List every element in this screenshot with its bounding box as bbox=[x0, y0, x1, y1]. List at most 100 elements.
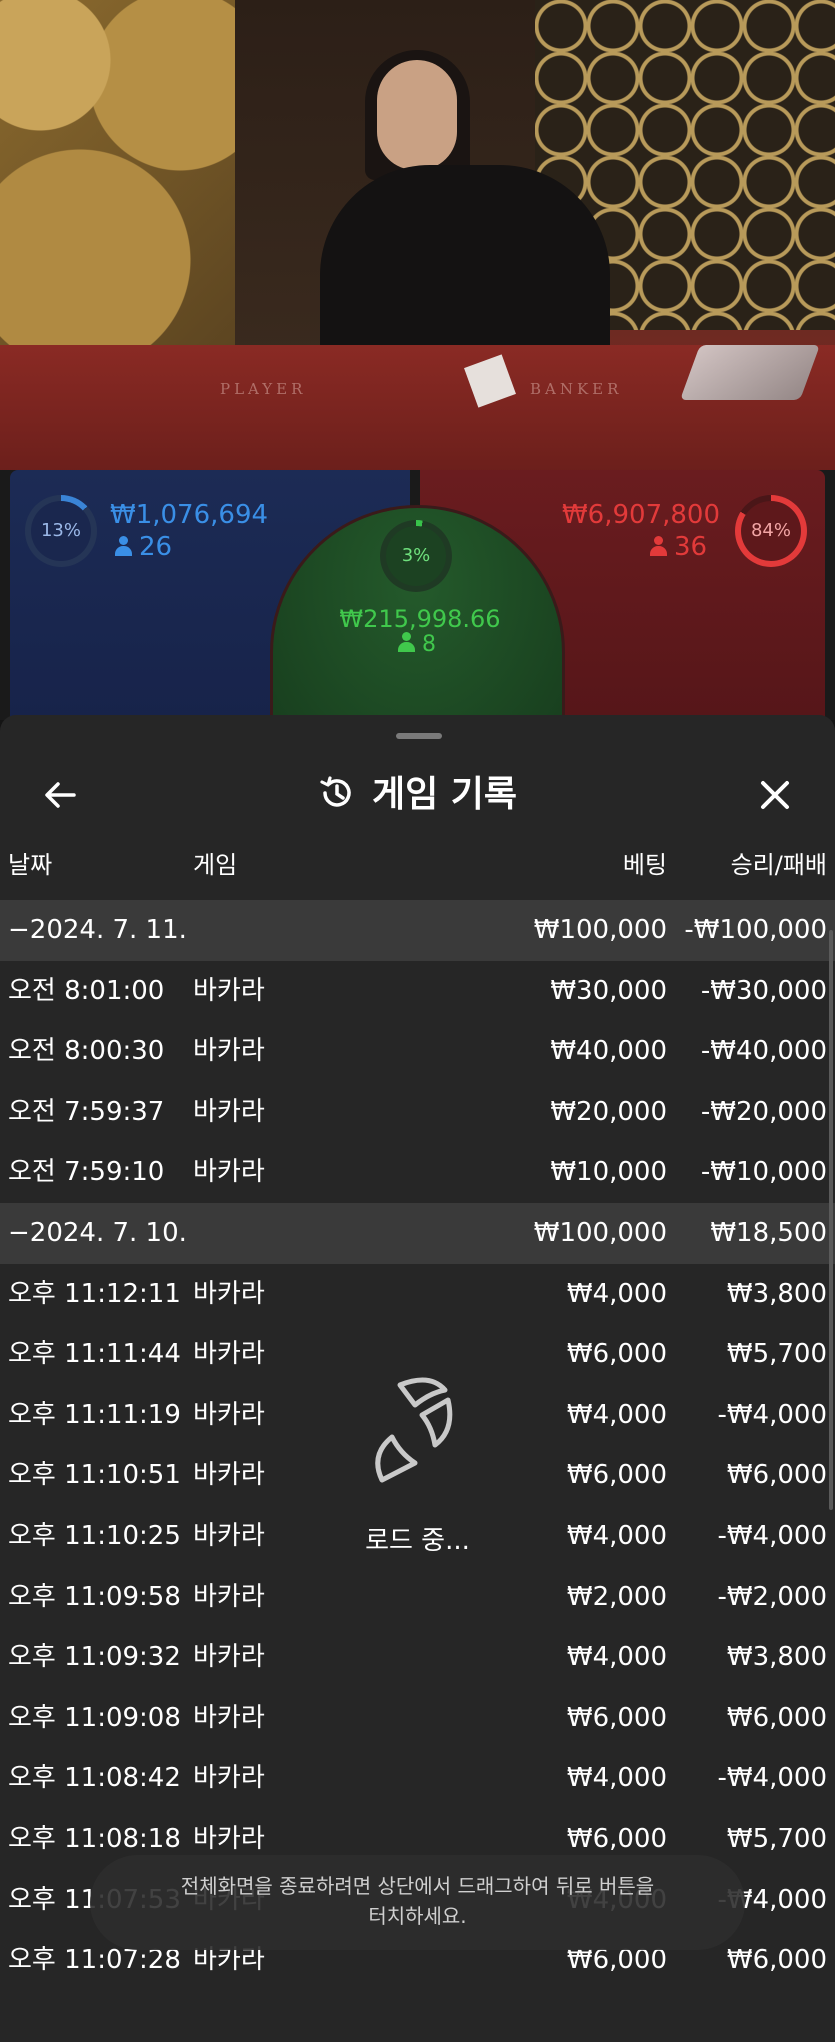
row-result: ₩18,500 bbox=[710, 1217, 827, 1248]
row-result: ₩6,000 bbox=[726, 1460, 827, 1491]
history-row[interactable]: 오후 11:09:08 바카라 ₩6,000 ₩6,000 bbox=[0, 1688, 835, 1749]
row-result: -₩10,000 bbox=[700, 1157, 827, 1188]
row-bet: ₩4,000 bbox=[566, 1399, 667, 1430]
row-date: 오전 8:01:00 bbox=[8, 975, 165, 1006]
drag-handle[interactable] bbox=[396, 733, 442, 739]
scrollbar[interactable] bbox=[829, 930, 833, 1510]
col-result: 승리/패배 bbox=[730, 851, 827, 879]
history-row[interactable]: 오전 8:00:30 바카라 ₩40,000 -₩40,000 bbox=[0, 1021, 835, 1082]
row-bet: ₩10,000 bbox=[550, 1157, 667, 1188]
history-row[interactable]: 오전 7:59:37 바카라 ₩20,000 -₩20,000 bbox=[0, 1082, 835, 1143]
row-result: -₩4,000 bbox=[717, 1399, 827, 1430]
tie-percent: 3% bbox=[401, 545, 431, 566]
dealer bbox=[320, 165, 610, 365]
row-game: 바카라 bbox=[193, 975, 265, 1006]
row-result: ₩3,800 bbox=[726, 1642, 827, 1673]
history-row[interactable]: 오전 7:59:10 바카라 ₩10,000 -₩10,000 bbox=[0, 1142, 835, 1203]
row-date: 오전 7:59:37 bbox=[8, 1096, 165, 1127]
row-bet: ₩6,000 bbox=[566, 1702, 667, 1733]
row-bet: ₩30,000 bbox=[550, 975, 667, 1006]
row-bet: ₩4,000 bbox=[566, 1520, 667, 1551]
banker-percent-ring: 84% bbox=[735, 495, 807, 567]
loading-spinner-icon bbox=[360, 1365, 460, 1495]
col-game: 게임 bbox=[193, 851, 238, 879]
row-game: 바카라 bbox=[193, 1157, 265, 1188]
history-row[interactable]: 오후 11:08:42 바카라 ₩4,000 -₩4,000 bbox=[0, 1748, 835, 1809]
tie-total-amount: ₩215,998.66 bbox=[339, 605, 501, 633]
row-bet: ₩4,000 bbox=[566, 1278, 667, 1309]
row-result: -₩4,000 bbox=[717, 1763, 827, 1794]
row-result: -₩20,000 bbox=[700, 1096, 827, 1127]
row-game: 바카라 bbox=[193, 1702, 265, 1733]
player-percent-ring: 13% bbox=[25, 495, 97, 567]
bet-statistics: 13% ₩1,076,694 26 84% ₩6,907,800 36 3% ₩… bbox=[0, 470, 835, 765]
row-bet: ₩4,000 bbox=[566, 1763, 667, 1794]
row-game: 바카라 bbox=[193, 1642, 265, 1673]
row-result: ₩6,000 bbox=[726, 1945, 827, 1976]
sheet-header: 게임 기록 bbox=[0, 755, 835, 835]
player-bettor-count: 26 bbox=[115, 532, 172, 562]
row-game: 바카라 bbox=[193, 1763, 265, 1794]
row-result: -₩100,000 bbox=[684, 915, 827, 945]
row-game: 바카라 bbox=[193, 1399, 265, 1430]
row-bet: ₩100,000 bbox=[533, 915, 667, 945]
row-date: 오전 8:00:30 bbox=[8, 1036, 165, 1067]
row-game: 바카라 bbox=[193, 1278, 265, 1309]
row-bet: ₩6,000 bbox=[566, 1460, 667, 1491]
history-row[interactable]: 오후 11:12:11 바카라 ₩4,000 ₩3,800 bbox=[0, 1264, 835, 1325]
history-icon bbox=[318, 761, 356, 807]
row-game: 바카라 bbox=[193, 1581, 265, 1612]
row-date: 오후 11:10:25 bbox=[8, 1520, 181, 1551]
row-result: -₩40,000 bbox=[700, 1036, 827, 1067]
banker-total-amount: ₩6,907,800 bbox=[561, 500, 720, 530]
row-date: −2024. 7. 10. bbox=[8, 1217, 187, 1248]
date-group-row[interactable]: −2024. 7. 10. ₩100,000 ₩18,500 bbox=[0, 1202, 835, 1264]
banker-percent: 84% bbox=[750, 520, 791, 541]
row-date: 오후 11:08:42 bbox=[8, 1763, 181, 1794]
history-row[interactable]: 오후 11:09:58 바카라 ₩2,000 -₩2,000 bbox=[0, 1567, 835, 1628]
row-game: 바카라 bbox=[193, 1036, 265, 1067]
row-date: 오전 7:59:10 bbox=[8, 1157, 165, 1188]
row-date: 오후 11:11:19 bbox=[8, 1399, 181, 1430]
date-group-row[interactable]: −2024. 7. 11. ₩100,000 -₩100,000 bbox=[0, 900, 835, 961]
row-date: 오후 11:11:44 bbox=[8, 1339, 181, 1370]
row-result: ₩6,000 bbox=[726, 1702, 827, 1733]
card-shoe bbox=[679, 345, 821, 400]
user-icon bbox=[115, 536, 132, 556]
row-result: ₩5,700 bbox=[726, 1339, 827, 1370]
col-date: 날짜 bbox=[8, 851, 53, 879]
history-row[interactable]: 오후 11:09:32 바카라 ₩4,000 ₩3,800 bbox=[0, 1627, 835, 1688]
row-bet: ₩2,000 bbox=[566, 1581, 667, 1612]
live-video-feed: PLAYER BANKER bbox=[0, 0, 835, 470]
player-total-amount: ₩1,076,694 bbox=[110, 500, 269, 530]
row-game: 바카라 bbox=[193, 1096, 265, 1127]
history-row[interactable]: 오전 8:01:00 바카라 ₩30,000 -₩30,000 bbox=[0, 961, 835, 1022]
close-icon[interactable] bbox=[755, 775, 795, 815]
row-bet: ₩20,000 bbox=[550, 1096, 667, 1127]
row-date: 오후 11:12:11 bbox=[8, 1278, 181, 1309]
row-bet: ₩4,000 bbox=[566, 1642, 667, 1673]
user-icon bbox=[650, 536, 667, 556]
toast-line-2: 터치하세요. bbox=[368, 1904, 467, 1928]
row-result: -₩4,000 bbox=[717, 1520, 827, 1551]
row-date: 오후 11:09:08 bbox=[8, 1702, 181, 1733]
dealer-head bbox=[377, 60, 457, 170]
tie-bettor-count: 8 bbox=[398, 632, 436, 657]
row-game: 바카라 bbox=[193, 1460, 265, 1491]
sheet-title: 게임 기록 bbox=[0, 755, 835, 835]
row-result: ₩5,700 bbox=[726, 1823, 827, 1854]
decor-wall-left bbox=[0, 0, 250, 360]
table-player-label: PLAYER bbox=[220, 380, 307, 398]
tie-percent-ring: 3% bbox=[380, 520, 452, 592]
row-result: ₩3,800 bbox=[726, 1278, 827, 1309]
row-game: 바카라 bbox=[193, 1339, 265, 1370]
loading-text: 로드 중... bbox=[365, 1526, 470, 1556]
user-icon bbox=[398, 632, 415, 652]
row-bet: ₩100,000 bbox=[533, 1217, 667, 1248]
row-result: -₩30,000 bbox=[700, 975, 827, 1006]
row-date: 오후 11:10:51 bbox=[8, 1460, 181, 1491]
row-date: −2024. 7. 11. bbox=[8, 915, 187, 945]
toast-line-1: 전체화면을 종료하려면 상단에서 드래그하여 뒤로 버튼을 bbox=[180, 1874, 655, 1898]
row-bet: ₩6,000 bbox=[566, 1339, 667, 1370]
table-header: 날짜 게임 베팅 승리/패배 bbox=[0, 845, 835, 885]
